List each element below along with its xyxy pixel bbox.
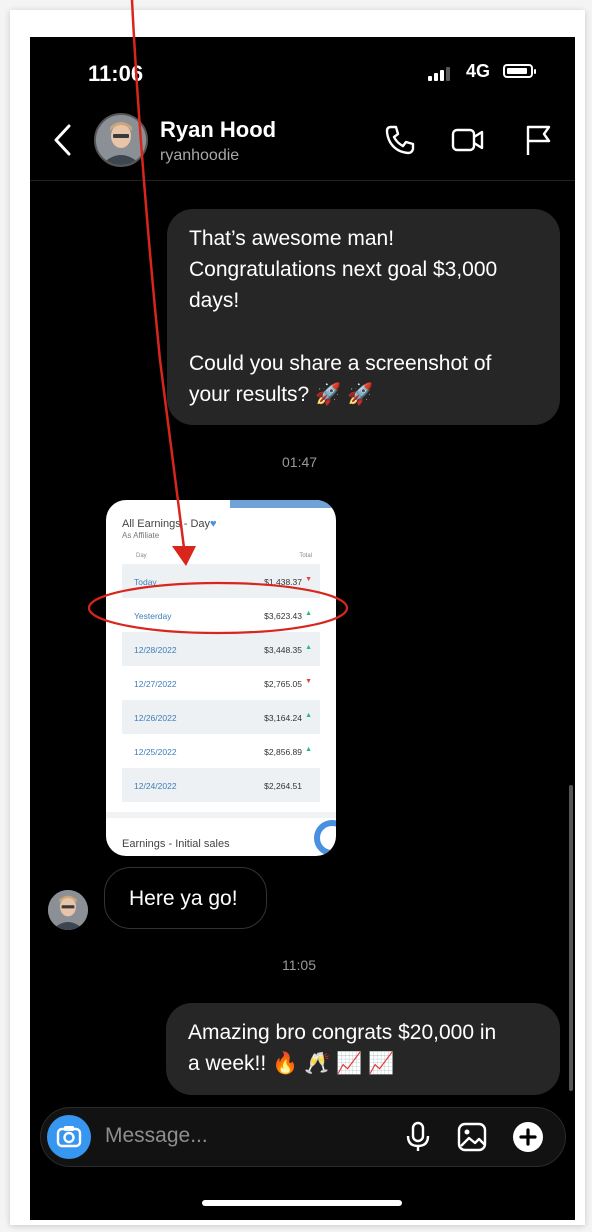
annotation-overlay xyxy=(87,0,349,635)
annotation-arrowhead-icon xyxy=(172,546,196,566)
annotation-circle-icon xyxy=(87,581,349,635)
annotation-arrow-icon xyxy=(130,0,186,550)
